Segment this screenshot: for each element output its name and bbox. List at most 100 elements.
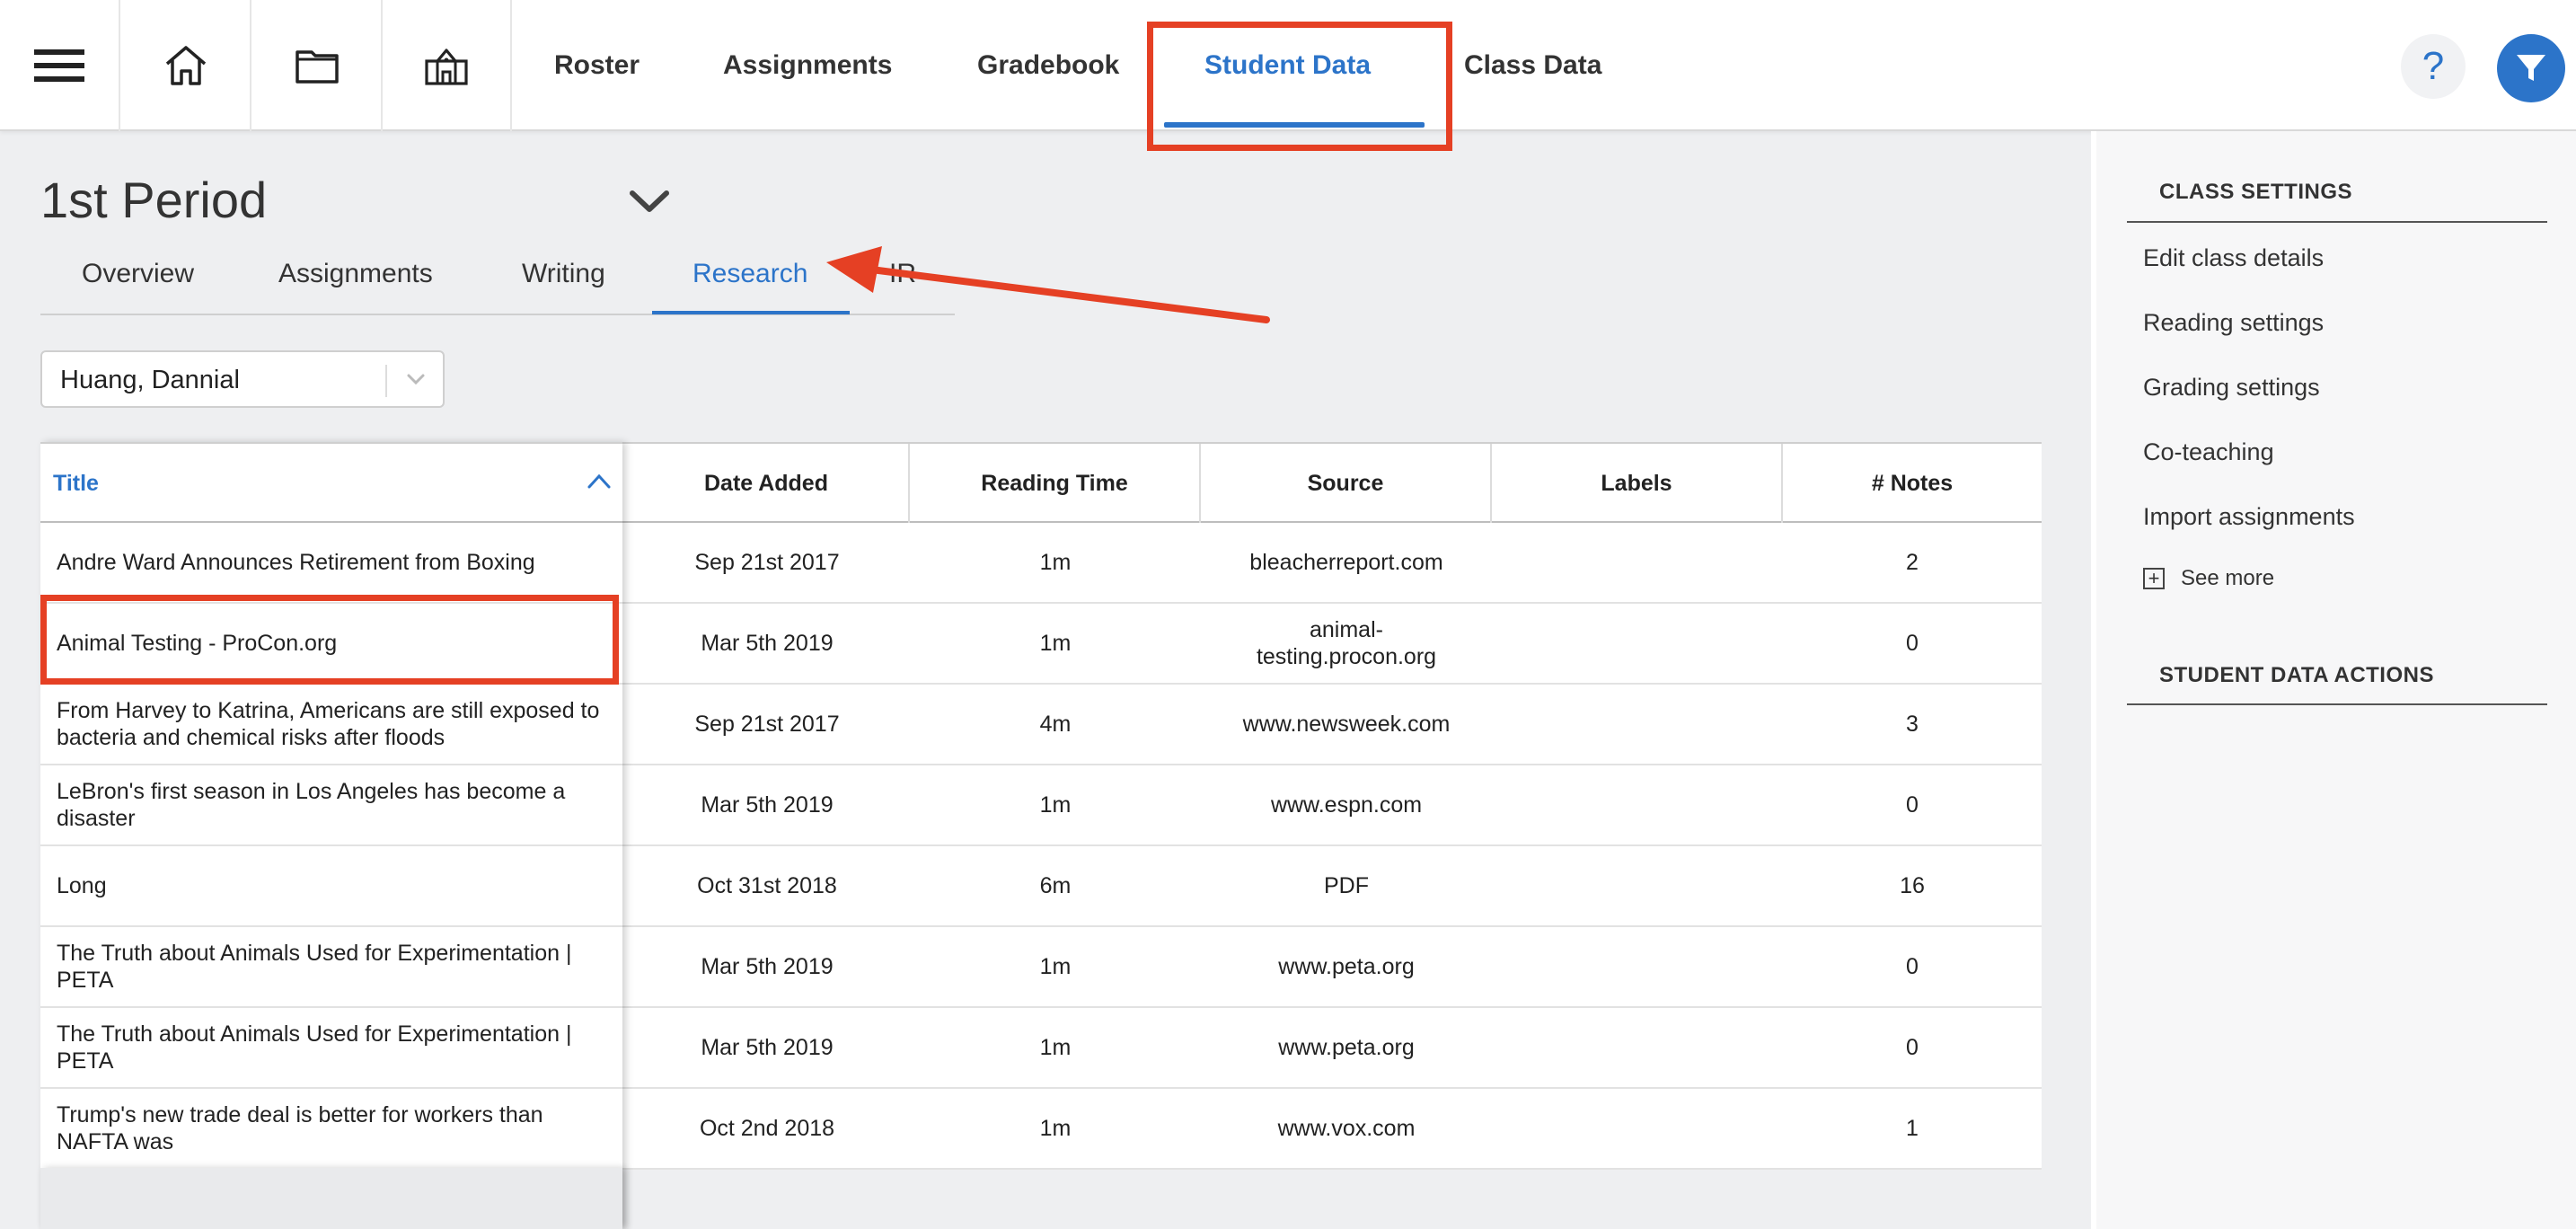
cell-reading-time: 1m	[1039, 1116, 1072, 1141]
column-header-title[interactable]: Title	[40, 444, 622, 523]
cell-source: www.espn.com	[1270, 792, 1423, 818]
nav-gradebook[interactable]: Gradebook	[977, 0, 1119, 131]
column-header-notes[interactable]: # Notes	[1783, 444, 2042, 523]
chevron-down-icon	[403, 367, 428, 396]
cell-date-added: Oct 2nd 2018	[699, 1116, 835, 1141]
help-icon: ?	[2422, 44, 2445, 88]
cell-reading-time: 1m	[1039, 792, 1072, 818]
table-row[interactable]: LeBron's first season in Los Angeles has…	[40, 765, 2042, 846]
annotation-highlight-animal-testing	[40, 595, 619, 685]
sticky-column-footer	[40, 1168, 622, 1229]
subtab-assignments[interactable]: Assignments	[278, 259, 433, 289]
class-dropdown-button[interactable]	[629, 189, 670, 218]
see-more-button[interactable]: + See more	[2143, 566, 2274, 591]
subtab-research[interactable]: Research	[693, 259, 807, 289]
column-header-labels[interactable]: Labels	[1492, 444, 1783, 523]
grading-settings-link[interactable]: Grading settings	[2143, 374, 2320, 402]
library-button[interactable]	[253, 0, 383, 131]
cell-notes: 0	[1906, 954, 1919, 979]
cell-title[interactable]: Trump's new trade deal is better for wor…	[40, 1089, 622, 1168]
school-icon	[425, 49, 468, 85]
cell-labels	[1492, 523, 1783, 602]
subtab-writing[interactable]: Writing	[522, 259, 605, 289]
class-title: 1st Period	[40, 172, 268, 228]
cell-date-added: Mar 5th 2019	[701, 792, 834, 818]
cell-source: animal-testing.procon.org	[1256, 617, 1437, 669]
nav-assignments[interactable]: Assignments	[723, 0, 892, 131]
menu-icon	[34, 49, 84, 82]
cell-reading-time: 1m	[1039, 631, 1072, 656]
co-teaching-link[interactable]: Co-teaching	[2143, 438, 2274, 466]
student-data-actions-divider	[2127, 703, 2547, 705]
cell-title[interactable]: Andre Ward Announces Retirement from Box…	[40, 523, 622, 602]
annotation-highlight-student-data	[1147, 22, 1452, 151]
cell-source: PDF	[1324, 873, 1369, 898]
cell-title[interactable]: The Truth about Animals Used for Experim…	[40, 927, 622, 1006]
table-header: Title Date Added Reading Time Source Lab…	[40, 442, 2042, 523]
cell-date-added: Oct 31st 2018	[697, 873, 837, 898]
classes-button[interactable]	[383, 0, 512, 131]
table-row[interactable]: The Truth about Animals Used for Experim…	[40, 1008, 2042, 1089]
cell-reading-time: 6m	[1039, 873, 1072, 898]
folder-icon	[296, 50, 339, 84]
reading-settings-link[interactable]: Reading settings	[2143, 309, 2324, 337]
help-button[interactable]: ?	[2401, 34, 2466, 99]
cell-reading-time: 1m	[1039, 954, 1072, 979]
chevron-down-icon	[630, 190, 669, 212]
edit-class-details-link[interactable]: Edit class details	[2143, 244, 2324, 272]
cell-labels	[1492, 1089, 1783, 1168]
cell-title[interactable]: From Harvey to Katrina, Americans are st…	[40, 685, 622, 764]
table-row[interactable]: From Harvey to Katrina, Americans are st…	[40, 685, 2042, 765]
menu-button[interactable]	[0, 0, 120, 131]
table-row[interactable]: Andre Ward Announces Retirement from Box…	[40, 523, 2042, 604]
cell-labels	[1492, 927, 1783, 1006]
cell-reading-time: 1m	[1039, 1035, 1072, 1060]
see-more-label: See more	[2181, 566, 2275, 590]
cell-labels	[1492, 846, 1783, 925]
cell-source: www.vox.com	[1277, 1116, 1416, 1141]
cell-reading-time: 4m	[1039, 712, 1072, 737]
column-header-date-added[interactable]: Date Added	[624, 444, 910, 523]
table-row[interactable]: The Truth about Animals Used for Experim…	[40, 927, 2042, 1008]
cell-notes: 0	[1906, 792, 1919, 818]
column-header-reading-time[interactable]: Reading Time	[910, 444, 1201, 523]
cell-title[interactable]: The Truth about Animals Used for Experim…	[40, 1008, 622, 1087]
nav-class-data[interactable]: Class Data	[1464, 0, 1601, 131]
class-settings-divider	[2127, 221, 2547, 223]
cell-source: bleacherreport.com	[1249, 550, 1443, 575]
filter-button[interactable]	[2497, 34, 2565, 102]
cell-labels	[1492, 1008, 1783, 1087]
column-header-source[interactable]: Source	[1201, 444, 1492, 523]
student-select-value: Huang, Dannial	[60, 366, 240, 394]
cell-date-added: Sep 21st 2017	[694, 712, 840, 737]
table-row[interactable]: Trump's new trade deal is better for wor…	[40, 1089, 2042, 1170]
cell-title[interactable]: Long	[40, 846, 622, 925]
class-settings-heading: CLASS SETTINGS	[2159, 180, 2353, 204]
cell-notes: 16	[1900, 873, 1925, 898]
home-button[interactable]	[122, 0, 251, 131]
cell-notes: 2	[1906, 550, 1919, 575]
cell-source: www.peta.org	[1278, 954, 1415, 979]
research-table: Title Date Added Reading Time Source Lab…	[40, 442, 2042, 1170]
filter-icon	[2517, 55, 2545, 81]
cell-labels	[1492, 604, 1783, 683]
cell-reading-time: 1m	[1039, 550, 1072, 575]
annotation-arrow	[826, 246, 1270, 323]
cell-notes: 0	[1906, 631, 1919, 656]
chevron-up-icon	[587, 473, 611, 489]
cell-source: www.peta.org	[1278, 1035, 1415, 1060]
cell-title[interactable]: LeBron's first season in Los Angeles has…	[40, 765, 622, 844]
table-row[interactable]: Long Oct 31st 2018 6m PDF 16	[40, 846, 2042, 927]
select-separator	[385, 365, 387, 397]
import-assignments-link[interactable]: Import assignments	[2143, 503, 2355, 531]
cell-labels	[1492, 765, 1783, 844]
subtab-overview[interactable]: Overview	[82, 259, 194, 289]
student-select[interactable]: Huang, Dannial	[40, 350, 445, 408]
cell-source: www.newsweek.com	[1242, 712, 1451, 737]
plus-icon: +	[2143, 568, 2165, 589]
student-data-actions-heading: STUDENT DATA ACTIONS	[2159, 663, 2434, 687]
nav-roster[interactable]: Roster	[554, 0, 640, 131]
cell-date-added: Sep 21st 2017	[694, 550, 840, 575]
cell-date-added: Mar 5th 2019	[701, 954, 834, 979]
cell-notes: 3	[1906, 712, 1919, 737]
